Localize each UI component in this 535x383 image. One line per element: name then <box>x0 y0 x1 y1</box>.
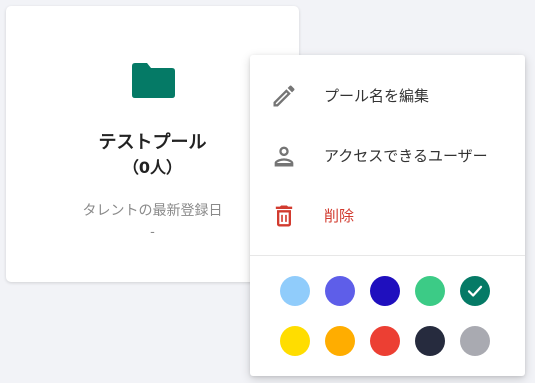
pool-context-menu: プール名を編集 アクセスできるユーザー 削除 <box>250 55 525 376</box>
color-swatch-yellow[interactable] <box>280 326 310 356</box>
color-swatch-periwinkle[interactable] <box>325 276 355 306</box>
edit-pool-name-label: プール名を編集 <box>324 87 430 105</box>
check-icon <box>467 285 483 297</box>
trash-icon <box>275 205 293 227</box>
color-swatch-light-blue[interactable] <box>280 276 310 306</box>
pencil-icon <box>273 85 295 107</box>
menu-divider <box>250 255 525 256</box>
delete-menu-item[interactable]: 削除 <box>250 185 525 245</box>
color-swatch-orange[interactable] <box>325 326 355 356</box>
person-icon <box>274 146 294 167</box>
access-users-menu-item[interactable]: アクセスできるユーザー <box>250 125 525 185</box>
color-swatch-navy[interactable] <box>415 326 445 356</box>
color-swatch-teal[interactable] <box>460 276 490 306</box>
color-swatch-indigo[interactable] <box>370 276 400 306</box>
color-swatch-green[interactable] <box>415 276 445 306</box>
access-users-label: アクセスできるユーザー <box>324 147 488 165</box>
color-swatch-gray[interactable] <box>460 326 490 356</box>
delete-label: 削除 <box>324 207 355 225</box>
edit-pool-name-menu-item[interactable]: プール名を編集 <box>250 65 525 125</box>
folder-icon <box>132 63 175 98</box>
color-swatch-red[interactable] <box>370 326 400 356</box>
